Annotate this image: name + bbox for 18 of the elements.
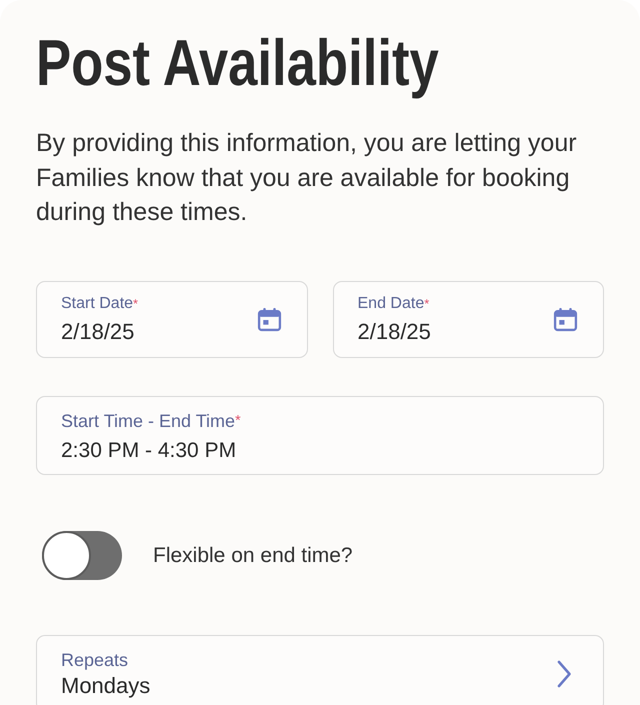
field-label: End Date* xyxy=(358,294,430,314)
repeats-field[interactable]: Repeats Mondays xyxy=(36,635,604,705)
time-range-field[interactable]: Start Time - End Time* 2:30 PM - 4:30 PM xyxy=(36,396,604,476)
calendar-icon[interactable] xyxy=(256,306,282,332)
toggle-switch[interactable] xyxy=(42,531,122,580)
field-value: 2:30 PM - 4:30 PM xyxy=(61,438,238,463)
field-value: 2/18/25 xyxy=(358,318,432,345)
field-value: Mondays xyxy=(61,673,152,700)
calendar-icon[interactable] xyxy=(553,306,578,332)
field-value: 2/18/25 xyxy=(61,318,136,345)
date-field[interactable]: End Date* 2/18/25 xyxy=(332,280,604,358)
toggle-label: Flexible on end time? xyxy=(153,544,353,568)
chevron-right-icon xyxy=(556,659,572,690)
field-label: Start Date* xyxy=(61,294,140,314)
description-text: By providing this information, you are letting your Families know that you are available for booking during these times. xyxy=(36,128,578,228)
field-label: Repeats xyxy=(61,649,130,672)
date-field[interactable]: Start Date* 2/18/25 xyxy=(36,280,308,358)
field-label: Start Time - End Time* xyxy=(61,410,242,432)
